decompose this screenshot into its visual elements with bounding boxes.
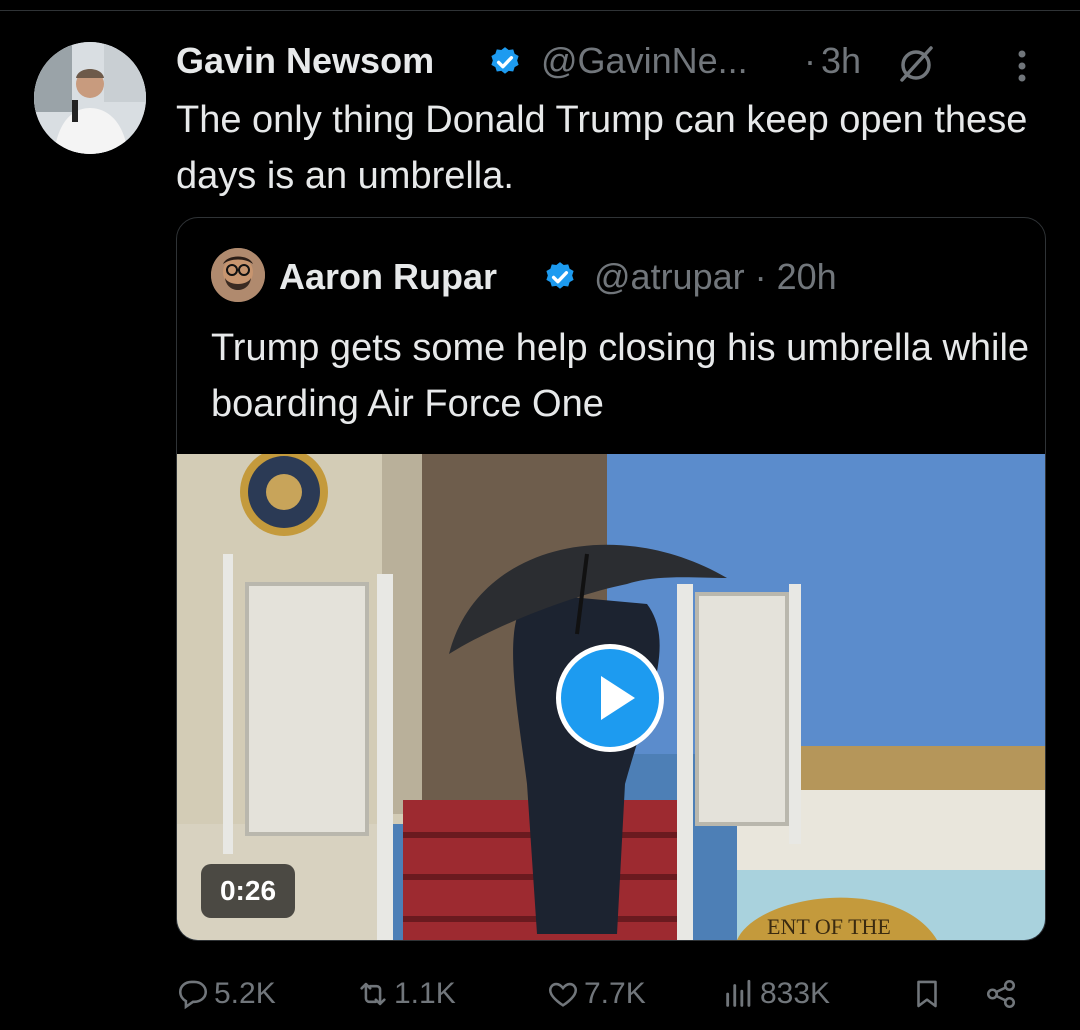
video-duration: 0:26 — [201, 864, 295, 918]
author-avatar[interactable] — [34, 42, 146, 154]
views-button[interactable]: 833K — [722, 966, 830, 1022]
separator-dot: · — [804, 40, 816, 81]
views-icon — [726, 979, 751, 1007]
repost-button[interactable]: 1.1K — [356, 966, 456, 1022]
share-icon — [986, 979, 1016, 1009]
bookmark-icon — [917, 980, 937, 1008]
view-count: 833K — [760, 977, 831, 1010]
share-button[interactable] — [984, 966, 1022, 1022]
like-icon — [549, 982, 577, 1007]
seal-text: ENT OF THE — [767, 914, 891, 939]
quoted-handle-time[interactable]: @atrupar · 20h — [594, 256, 837, 298]
tweet-time[interactable]: 3h — [821, 40, 861, 82]
author-name[interactable]: Gavin Newsom — [176, 40, 434, 82]
video-player[interactable]: ENT OF THE 0:26 — [177, 454, 1045, 940]
quoted-tweet-card[interactable]: Aaron Rupar @atrupar · 20h Trump gets so… — [176, 217, 1046, 941]
grok-icon[interactable] — [896, 44, 936, 84]
repost-count: 1.1K — [394, 977, 456, 1010]
reply-button[interactable]: 5.2K — [176, 966, 276, 1022]
reply-count: 5.2K — [214, 977, 276, 1010]
play-icon — [601, 676, 635, 720]
quoted-author-name[interactable]: Aaron Rupar — [279, 256, 497, 298]
play-button[interactable] — [556, 644, 664, 752]
quoted-tweet-text: Trump gets some help closing his umbrell… — [211, 327, 1030, 425]
quoted-author-avatar[interactable] — [211, 248, 265, 302]
top-divider — [0, 10, 1080, 11]
action-bar: 5.2K 1.1K 7.7K 833K — [176, 966, 1046, 1022]
tweet-text: The only thing Donald Trump can keep ope… — [176, 99, 1028, 197]
tweet-header: Gavin Newsom @GavinNe... · 3h — [176, 36, 1046, 86]
quoted-verified-badge-icon — [546, 262, 574, 289]
like-button[interactable]: 7.7K — [546, 966, 646, 1022]
repost-icon — [360, 982, 386, 1006]
bookmark-button[interactable] — [910, 966, 948, 1022]
author-handle[interactable]: @GavinNe... — [541, 40, 748, 82]
verified-badge-icon — [491, 47, 519, 74]
reply-icon — [178, 980, 208, 1010]
more-icon[interactable] — [1012, 46, 1032, 86]
like-count: 7.7K — [584, 977, 646, 1010]
